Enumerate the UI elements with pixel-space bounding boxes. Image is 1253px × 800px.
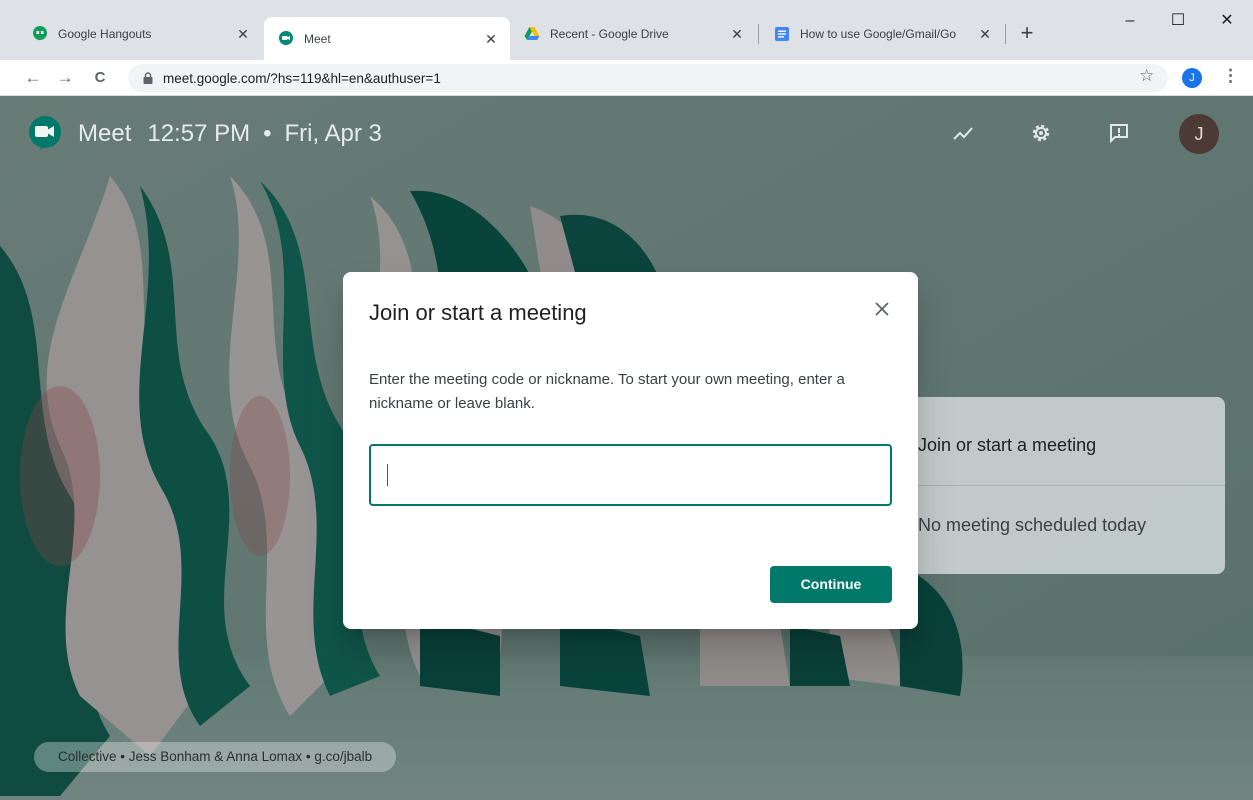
hangouts-icon: [32, 26, 48, 42]
docs-icon: [774, 26, 790, 42]
tab-how-to-use[interactable]: How to use Google/Gmail/Go ✕: [760, 17, 1004, 51]
tab-divider: [758, 24, 759, 44]
feedback-icon[interactable]: [1104, 118, 1134, 148]
tab-title: How to use Google/Gmail/Go: [800, 27, 957, 41]
dialog-description: Enter the meeting code or nickname. To s…: [369, 371, 845, 412]
drive-icon: [524, 26, 540, 42]
join-meeting-dialog: Join or start a meeting Enter the meetin…: [343, 272, 918, 629]
scheduled-label: No meeting scheduled today: [918, 515, 1147, 535]
browser-toolbar: ← → C meet.google.com/?hs=119&hl=en&auth…: [0, 60, 1253, 96]
meet-header: Meet 12:57 PM • Fri, Apr 3: [26, 114, 382, 154]
tab-close-icon[interactable]: ✕: [482, 31, 500, 48]
account-avatar[interactable]: J: [1179, 114, 1219, 154]
tab-google-drive[interactable]: Recent - Google Drive ✕: [510, 17, 756, 51]
text-cursor: [387, 464, 388, 486]
address-bar[interactable]: meet.google.com/?hs=119&hl=en&authuser=1: [128, 64, 1168, 92]
continue-button[interactable]: Continue: [770, 566, 892, 603]
app-name: Meet: [78, 120, 132, 147]
tab-divider: [1005, 24, 1006, 44]
trending-icon[interactable]: [948, 118, 978, 148]
tab-title: Recent - Google Drive: [550, 27, 669, 41]
reload-button[interactable]: C: [87, 65, 113, 91]
meet-page: Meet 12:57 PM • Fri, Apr 3 J Join or sta…: [0, 96, 1253, 800]
tab-close-icon[interactable]: ✕: [976, 26, 994, 43]
artwork-credit[interactable]: Collective • Jess Bonham & Anna Lomax • …: [34, 742, 397, 772]
tab-close-icon[interactable]: ✕: [728, 26, 746, 43]
meet-logo-icon: [26, 115, 64, 153]
current-time: 12:57 PM: [147, 120, 251, 147]
tab-close-icon[interactable]: ✕: [234, 26, 252, 43]
header-separator: •: [263, 120, 272, 147]
bookmark-star-icon[interactable]: ☆: [1139, 66, 1154, 86]
url-text: meet.google.com/?hs=119&hl=en&authuser=1: [163, 70, 441, 86]
browser-menu-icon[interactable]: ⋮: [1222, 66, 1239, 86]
tab-google-hangouts[interactable]: Google Hangouts ✕: [18, 17, 262, 51]
maximize-button[interactable]: ☐: [1155, 8, 1201, 34]
meet-icon: [278, 31, 294, 47]
meeting-code-input[interactable]: [369, 444, 892, 506]
tab-meet[interactable]: Meet ✕: [264, 17, 510, 61]
lock-icon: [142, 72, 154, 84]
new-tab-button[interactable]: +: [1014, 21, 1040, 47]
tab-title: Meet: [304, 32, 331, 46]
dialog-title: Join or start a meeting: [369, 300, 587, 325]
start-meeting-label: Join or start a meeting: [918, 435, 1097, 455]
profile-avatar[interactable]: J: [1182, 68, 1202, 88]
tab-title: Google Hangouts: [58, 27, 152, 41]
close-icon[interactable]: [869, 296, 895, 322]
settings-gear-icon[interactable]: [1026, 118, 1056, 148]
forward-button[interactable]: →: [52, 65, 78, 91]
back-button[interactable]: ←: [20, 65, 46, 91]
window-close-button[interactable]: ✕: [1204, 8, 1250, 34]
tab-strip: Google Hangouts ✕ Meet ✕ Recent - Google…: [0, 0, 1253, 61]
minimize-button[interactable]: –: [1107, 8, 1153, 34]
current-date: Fri, Apr 3: [284, 120, 382, 147]
